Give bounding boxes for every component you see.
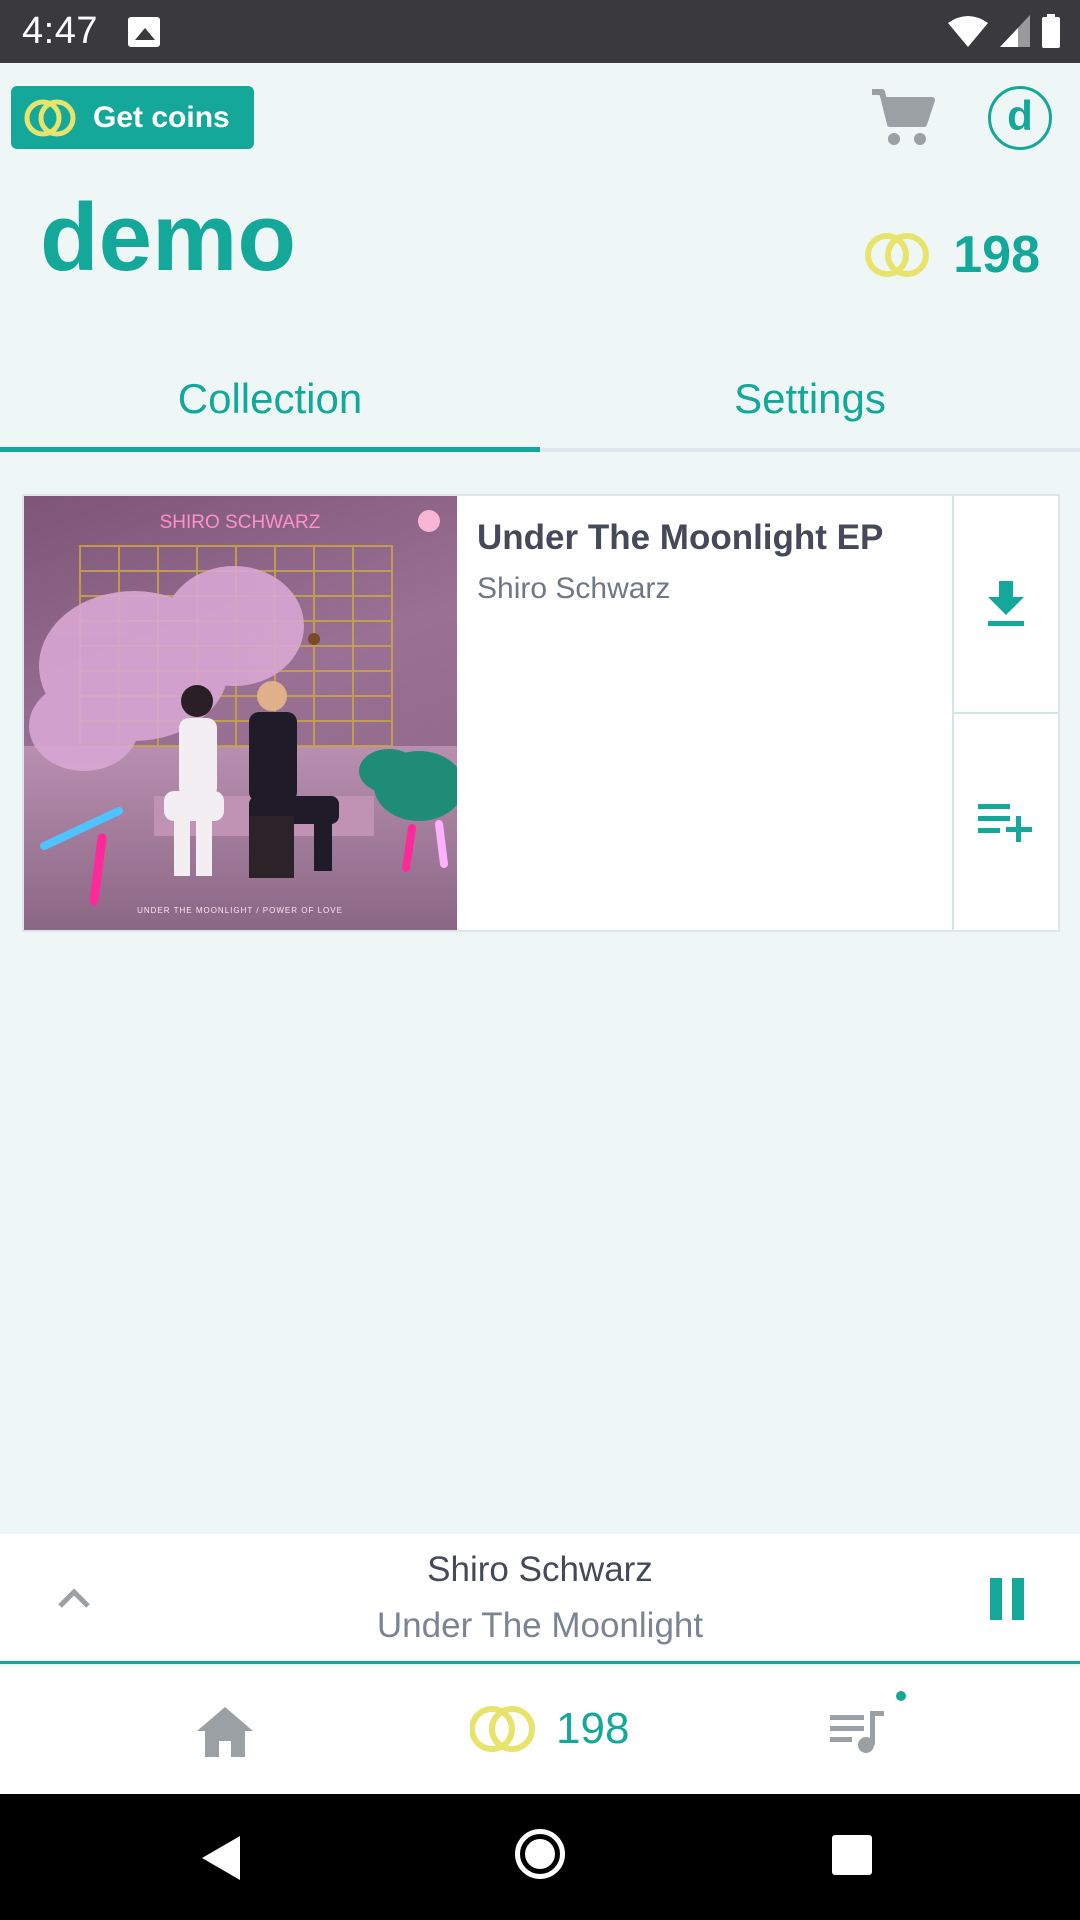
avatar[interactable]: d xyxy=(988,86,1052,150)
bottom-nav: 198 xyxy=(0,1667,1080,1794)
coins-icon xyxy=(24,99,76,136)
coin-balance-value: 198 xyxy=(953,226,1040,284)
album-info[interactable]: Under The Moonlight EP Shiro Schwarz xyxy=(457,496,952,930)
nav-coin-balance: 198 xyxy=(556,1704,630,1753)
download-button[interactable] xyxy=(954,496,1058,712)
tab-collection[interactable]: Collection xyxy=(0,350,540,452)
album-title: Under The Moonlight EP xyxy=(477,518,884,557)
status-time: 4:47 xyxy=(22,10,98,52)
album-card[interactable]: SHIRO SCHWARZ UNDER THE MOONLIGHT / POWE… xyxy=(22,494,1060,932)
image-notification-icon xyxy=(128,17,160,47)
page-title: demo xyxy=(40,184,297,291)
get-coins-button[interactable]: Get coins xyxy=(11,86,254,149)
cover-tracklist-text: UNDER THE MOONLIGHT / POWER OF LOVE xyxy=(137,906,343,915)
mini-player[interactable]: Shiro Schwarz Under The Moonlight xyxy=(0,1534,1080,1664)
system-nav-bar xyxy=(0,1794,1080,1920)
tab-bar: Collection Settings xyxy=(0,350,1080,452)
status-icons xyxy=(948,14,1060,48)
playlist-add-icon xyxy=(978,804,1032,842)
notification-dot xyxy=(896,1691,906,1701)
get-coins-label: Get coins xyxy=(93,100,230,134)
cover-artist-text: SHIRO SCHWARZ xyxy=(160,512,321,533)
pause-icon xyxy=(990,1578,1002,1620)
album-cover-art: SHIRO SCHWARZ UNDER THE MOONLIGHT / POWE… xyxy=(24,510,457,930)
album-cover[interactable]: SHIRO SCHWARZ UNDER THE MOONLIGHT / POWE… xyxy=(24,496,457,930)
status-bar: 4:47 xyxy=(0,0,1080,63)
add-to-queue-button[interactable] xyxy=(954,712,1058,930)
home-icon[interactable] xyxy=(195,1705,255,1759)
coin-balance: 198 xyxy=(865,225,1040,285)
album-artist: Shiro Schwarz xyxy=(477,572,671,605)
wifi-icon xyxy=(948,16,988,47)
queue-music-icon[interactable] xyxy=(828,1705,888,1755)
album-actions xyxy=(952,496,1058,930)
battery-icon xyxy=(1042,14,1060,48)
coins-icon xyxy=(470,1706,535,1752)
pause-button[interactable] xyxy=(990,1578,1024,1620)
download-icon xyxy=(988,581,1024,626)
nav-coins[interactable]: 198 xyxy=(470,1703,629,1755)
back-icon[interactable] xyxy=(200,1834,242,1882)
shopping-cart-icon xyxy=(872,89,935,145)
player-artist: Shiro Schwarz xyxy=(427,1550,653,1589)
cart-button[interactable] xyxy=(870,86,936,148)
coins-icon xyxy=(865,233,930,277)
system-home-icon[interactable] xyxy=(515,1829,565,1879)
cell-signal-icon xyxy=(1000,15,1030,47)
tab-settings[interactable]: Settings xyxy=(540,350,1080,452)
player-track: Under The Moonlight xyxy=(376,1606,704,1645)
recent-apps-icon[interactable] xyxy=(832,1835,872,1875)
